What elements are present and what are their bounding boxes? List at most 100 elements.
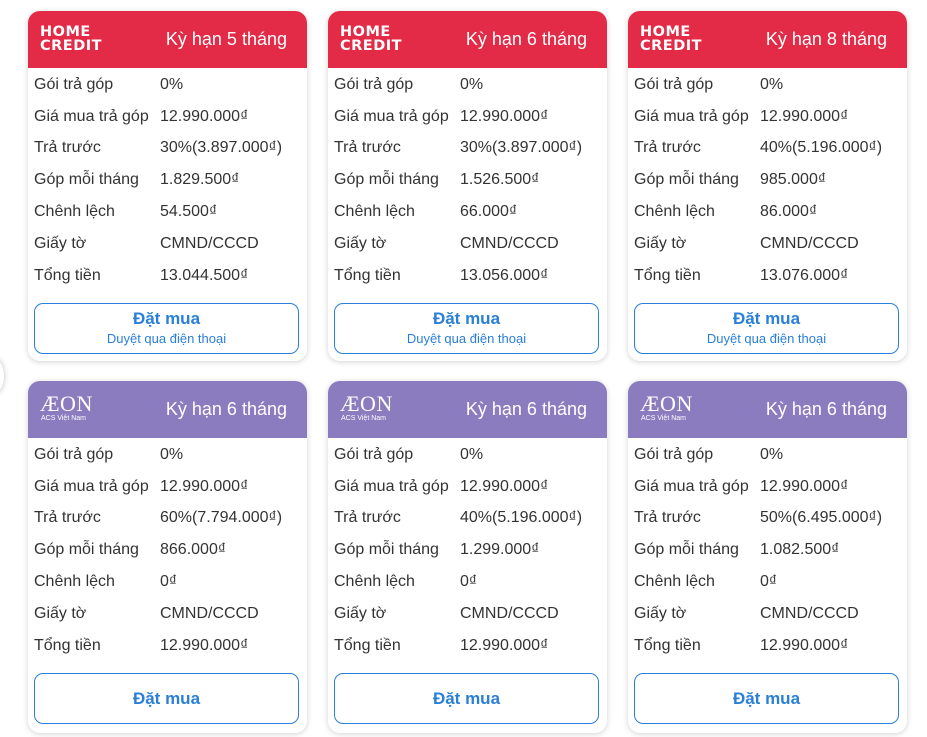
card-header: HOME CREDIT Kỳ hạn 8 tháng: [628, 11, 907, 68]
label: Trả trước: [334, 509, 401, 527]
label: Giấy tờ: [334, 234, 387, 252]
order-button[interactable]: Đặt mua Duyệt qua điện thoại: [34, 303, 299, 354]
row-tra-truoc: Trả trước 30%(3.897.000₫): [328, 133, 607, 165]
row-giay: Giấy tờ CMND/CCCD: [328, 598, 607, 630]
carousel-prev-handle[interactable]: [0, 358, 4, 394]
order-button[interactable]: Đặt mua Duyệt qua điện thoại: [634, 303, 899, 354]
details-list: Gói trả góp 0% Giá mua trả góp 12.990.000₫…: [28, 68, 307, 292]
order-button-sublabel: Duyệt qua điện thoại: [706, 331, 827, 346]
row-gia: Giá mua trả góp 12.990.000₫: [328, 101, 607, 133]
value: 60%(7.794.000₫): [160, 509, 283, 527]
label: Tổng tiền: [634, 636, 701, 654]
installment-card-home-credit-6: HOME CREDIT Kỳ hạn 6 tháng Gói trả góp 0%…: [328, 11, 607, 361]
row-giay: Giấy tờ CMND/CCCD: [628, 228, 907, 260]
value: 0%: [760, 75, 784, 93]
label: Gói trả góp: [634, 75, 714, 93]
order-button[interactable]: Đặt mua: [334, 673, 599, 724]
details-list: Gói trả góp 0% Giá mua trả góp 12.990.000₫…: [28, 438, 307, 662]
value: 12.990.000₫: [460, 636, 549, 654]
installment-card-aeon-6-c: ÆON ACS Việt Nam Kỳ hạn 6 tháng Gói trả …: [628, 381, 907, 733]
row-goi: Gói trả góp 0%: [328, 439, 607, 471]
label: Tổng tiền: [34, 636, 101, 654]
row-goi: Gói trả góp 0%: [28, 69, 307, 101]
row-goi: Gói trả góp 0%: [328, 69, 607, 101]
term-label: Kỳ hạn 6 tháng: [765, 399, 887, 419]
row-gop: Góp mỗi tháng 866.000₫: [28, 534, 307, 566]
order-button[interactable]: Đặt mua: [34, 673, 299, 724]
row-gia: Giá mua trả góp 12.990.000₫: [28, 471, 307, 503]
label: Giá mua trả góp: [634, 107, 749, 125]
card-header: HOME CREDIT Kỳ hạn 5 tháng: [28, 11, 307, 68]
row-gia: Giá mua trả góp 12.990.000₫: [328, 471, 607, 503]
row-tra-truoc: Trả trước 60%(7.794.000₫): [28, 503, 307, 535]
value: 0₫: [160, 573, 178, 591]
card-header: ÆON ACS Việt Nam Kỳ hạn 6 tháng: [328, 381, 607, 438]
row-goi: Gói trả góp 0%: [28, 439, 307, 471]
value: 12.990.000₫: [160, 477, 249, 495]
row-tong: Tổng tiền 12.990.000₫: [628, 630, 907, 662]
row-giay: Giấy tờ CMND/CCCD: [628, 598, 907, 630]
order-button-label: Đặt mua: [432, 689, 501, 708]
row-giay: Giấy tờ CMND/CCCD: [28, 228, 307, 260]
installment-card-aeon-6-b: ÆON ACS Việt Nam Kỳ hạn 6 tháng Gói trả …: [328, 381, 607, 733]
label: Trả trước: [334, 139, 401, 157]
value: 13.076.000₫: [760, 266, 849, 284]
label: Tổng tiền: [334, 266, 401, 284]
row-tra-truoc: Trả trước 40%(5.196.000₫): [328, 503, 607, 535]
label: Góp mỗi tháng: [34, 541, 139, 559]
label: Góp mỗi tháng: [334, 171, 439, 189]
home-credit-logo: HOME CREDIT: [40, 24, 103, 54]
row-giay: Giấy tờ CMND/CCCD: [28, 598, 307, 630]
row-tong: Tổng tiền 12.990.000₫: [28, 630, 307, 662]
order-button-label: Đặt mua: [432, 309, 501, 328]
label: Tổng tiền: [634, 266, 701, 284]
label: Góp mỗi tháng: [34, 171, 139, 189]
value: 0%: [160, 445, 184, 463]
value: 86.000₫: [760, 203, 818, 221]
order-button[interactable]: Đặt mua: [634, 673, 899, 724]
row-goi: Gói trả góp 0%: [628, 69, 907, 101]
label: Gói trả góp: [334, 75, 414, 93]
order-button[interactable]: Đặt mua Duyệt qua điện thoại: [334, 303, 599, 354]
value: 13.044.500₫: [160, 266, 249, 284]
details-list: Gói trả góp 0% Giá mua trả góp 12.990.000₫…: [628, 68, 907, 292]
label: Giá mua trả góp: [634, 477, 749, 495]
label: Giấy tờ: [34, 234, 87, 252]
value: 1.082.500₫: [760, 541, 840, 559]
row-giay: Giấy tờ CMND/CCCD: [328, 228, 607, 260]
term-label: Kỳ hạn 5 tháng: [165, 29, 287, 49]
label: Trả trước: [634, 509, 701, 527]
value: 40%(5.196.000₫): [460, 509, 583, 527]
value: 1.526.500₫: [460, 171, 540, 189]
value: 0₫: [460, 573, 478, 591]
value: 12.990.000₫: [760, 107, 849, 125]
aeon-logo: ÆON ACS Việt Nam: [340, 391, 393, 423]
label: Gói trả góp: [634, 445, 714, 463]
row-gop: Góp mỗi tháng 1.082.500₫: [628, 534, 907, 566]
order-button-sublabel: Duyệt qua điện thoại: [106, 331, 227, 346]
value: 985.000₫: [760, 171, 827, 189]
value: 13.056.000₫: [460, 266, 549, 284]
label: Trả trước: [34, 509, 101, 527]
row-gop: Góp mỗi tháng 1.299.000₫: [328, 534, 607, 566]
label: Trả trước: [34, 139, 101, 157]
value: CMND/CCCD: [760, 604, 859, 622]
value: CMND/CCCD: [160, 234, 259, 252]
value: 54.500₫: [160, 203, 218, 221]
term-label: Kỳ hạn 6 tháng: [165, 399, 287, 419]
row-tra-truoc: Trả trước 50%(6.495.000₫): [628, 503, 907, 535]
installment-card-home-credit-8: HOME CREDIT Kỳ hạn 8 tháng Gói trả góp 0%…: [628, 11, 907, 361]
label: Chênh lệch: [334, 203, 415, 221]
label: Giấy tờ: [634, 234, 687, 252]
order-button-sublabel: Duyệt qua điện thoại: [406, 331, 527, 346]
value: 0%: [160, 75, 184, 93]
row-chenh: Chênh lệch 0₫: [628, 566, 907, 598]
label: Góp mỗi tháng: [634, 541, 739, 559]
label: Chênh lệch: [334, 573, 415, 591]
label: Giấy tờ: [634, 604, 687, 622]
card-header: HOME CREDIT Kỳ hạn 6 tháng: [328, 11, 607, 68]
order-button-label: Đặt mua: [132, 689, 201, 708]
row-gop: Góp mỗi tháng 985.000₫: [628, 164, 907, 196]
label: Chênh lệch: [634, 573, 715, 591]
row-gia: Giá mua trả góp 12.990.000₫: [628, 101, 907, 133]
